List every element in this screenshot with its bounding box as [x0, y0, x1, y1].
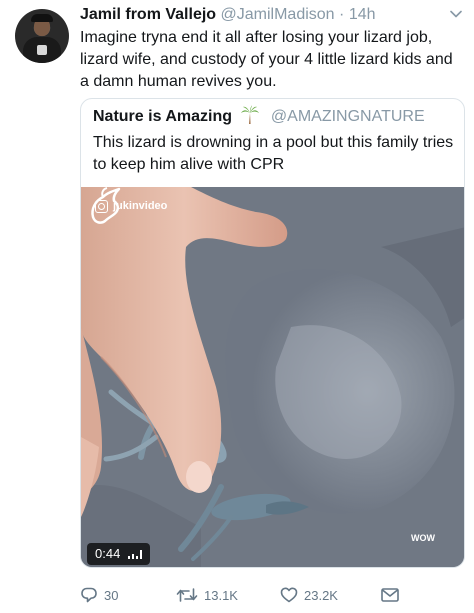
tweet-text: Imagine tryna end it all after losing yo… — [80, 29, 453, 90]
video-frame — [81, 187, 464, 567]
quoted-author-handle[interactable]: @AMAZINGNATURE — [271, 108, 425, 125]
retweet-icon — [176, 588, 198, 602]
reply-button[interactable]: 30 — [80, 584, 118, 606]
chevron-down-icon[interactable] — [450, 8, 462, 20]
retweet-button[interactable]: 13.1K — [176, 584, 238, 606]
like-button[interactable]: 23.2K — [280, 584, 338, 606]
like-count: 23.2K — [304, 587, 338, 603]
tweet-actions: 30 13.1K 23.2K — [80, 584, 465, 606]
tweet-timestamp[interactable]: 14h — [349, 6, 376, 23]
wow-brand-label: WOW — [411, 533, 435, 543]
goat-icon — [91, 187, 121, 224]
quoted-tweet-text: This lizard is drowning in a pool but th… — [93, 134, 454, 173]
reply-count: 30 — [104, 587, 119, 603]
direct-message-button[interactable] — [380, 584, 406, 606]
avatar-cap — [31, 14, 53, 22]
envelope-icon — [381, 588, 399, 602]
retweet-count: 13.1K — [204, 587, 238, 603]
quoted-author-name[interactable]: Nature is Amazing — [93, 108, 232, 125]
reply-icon — [81, 587, 97, 603]
video-player[interactable]: jukinvideo WOW 0:44 — [81, 187, 464, 567]
tweet-header: Jamil from Vallejo @JamilMadison · 14h — [80, 4, 470, 26]
video-duration-badge[interactable]: 0:44 — [87, 543, 151, 565]
separator-dot: · — [339, 6, 345, 23]
author-name[interactable]: Jamil from Vallejo — [80, 6, 216, 23]
avatar-shirt-logo — [37, 45, 47, 55]
tweet[interactable]: Jamil from Vallejo @JamilMadison · 14h I… — [0, 0, 474, 613]
volume-bars-icon[interactable] — [128, 549, 143, 559]
quoted-tweet-header: Nature is Amazing @AMAZINGNATURE — [93, 105, 425, 127]
video-duration: 0:44 — [95, 546, 121, 561]
author-avatar[interactable] — [15, 9, 69, 63]
quoted-tweet-card[interactable]: Nature is Amazing @AMAZINGNATURE This li… — [80, 98, 465, 568]
heart-icon — [280, 587, 298, 603]
palm-tree-icon — [241, 105, 260, 124]
author-handle[interactable]: @JamilMadison — [221, 6, 335, 23]
